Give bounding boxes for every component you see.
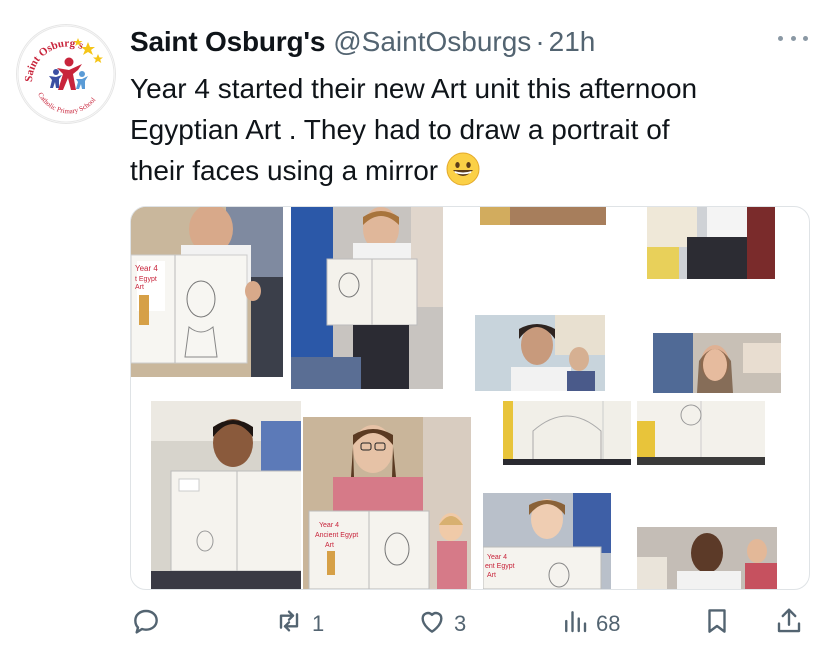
photo-girl-middle-1[interactable] bbox=[475, 315, 605, 391]
photo-girl-right-1[interactable] bbox=[653, 333, 781, 393]
views-button[interactable]: 68 bbox=[560, 606, 620, 642]
share-icon bbox=[774, 605, 804, 643]
separator-dot: · bbox=[535, 26, 545, 57]
bookmark-icon bbox=[702, 605, 732, 643]
drawing-label-egypt: Ancient Egypt bbox=[315, 532, 358, 539]
tweet-text-line: Egyptian Art . They had to draw a portra… bbox=[130, 114, 670, 145]
svg-text:ent Egypt: ent Egypt bbox=[485, 563, 515, 570]
photo-kid-top-right[interactable] bbox=[647, 207, 775, 279]
media-collage[interactable]: Year 4 t Egypt Art Year 4 Ancient Egypt … bbox=[130, 206, 810, 590]
tweet-actions: 1 3 68 bbox=[130, 606, 810, 646]
photo-boy-drawing-1[interactable]: Year 4 t Egypt Art bbox=[131, 207, 283, 377]
retweet-button[interactable]: 1 bbox=[272, 606, 324, 642]
avatar[interactable]: Saint Osburg's Catholic Primary School bbox=[16, 24, 116, 124]
svg-text:Art: Art bbox=[487, 572, 496, 579]
timestamp[interactable]: 21h bbox=[549, 26, 596, 58]
retweet-icon bbox=[272, 605, 306, 643]
reply-icon bbox=[130, 605, 162, 643]
photo-girl-drawing-2[interactable]: Year 4 ent Egypt Art bbox=[483, 493, 611, 589]
school-logo: Saint Osburg's Catholic Primary School bbox=[17, 25, 115, 123]
more-options-icon[interactable] bbox=[778, 34, 808, 44]
share-button[interactable] bbox=[774, 606, 804, 642]
photo-boy-bottom-right[interactable] bbox=[637, 527, 777, 589]
display-name[interactable]: Saint Osburg's bbox=[130, 26, 325, 58]
photo-drawing-page-2[interactable] bbox=[637, 401, 765, 465]
reply-button[interactable] bbox=[130, 606, 168, 642]
tweet-text: Year 4 started their new Art unit this a… bbox=[130, 68, 810, 191]
retweet-count: 1 bbox=[312, 611, 325, 636]
heart-icon bbox=[416, 605, 448, 643]
svg-text:t Egypt: t Egypt bbox=[135, 276, 157, 283]
drawing-label-art: Art bbox=[325, 542, 334, 549]
photo-boy-drawing-3[interactable] bbox=[151, 401, 301, 589]
drawing-label-year: Year 4 bbox=[135, 264, 158, 273]
like-button[interactable]: 3 bbox=[416, 606, 466, 642]
views-chart-icon bbox=[560, 605, 590, 643]
svg-text:Art: Art bbox=[135, 284, 144, 291]
tweet-text-line: their faces using a mirror bbox=[130, 150, 810, 191]
like-count: 3 bbox=[454, 611, 467, 636]
tweet-header: Saint Osburg's @SaintOsburgs · 21h bbox=[130, 26, 808, 60]
svg-text:Year 4: Year 4 bbox=[487, 554, 507, 561]
bookmark-button[interactable] bbox=[702, 606, 732, 642]
grinning-face-emoji bbox=[446, 152, 480, 186]
photo-drawing-page-1[interactable] bbox=[503, 401, 631, 465]
tweet-text-line-content: their faces using a mirror bbox=[130, 155, 439, 186]
photo-girl-drawing-1[interactable]: Year 4 Ancient Egypt Art bbox=[303, 417, 471, 589]
views-count: 68 bbox=[596, 611, 621, 636]
user-handle[interactable]: @SaintOsburgs bbox=[333, 26, 531, 58]
photo-strip-top[interactable] bbox=[480, 207, 606, 225]
drawing-label-year-2: Year 4 bbox=[319, 522, 339, 529]
tweet-text-line: Year 4 started their new Art unit this a… bbox=[130, 73, 698, 104]
photo-boy-drawing-2[interactable] bbox=[291, 207, 443, 389]
